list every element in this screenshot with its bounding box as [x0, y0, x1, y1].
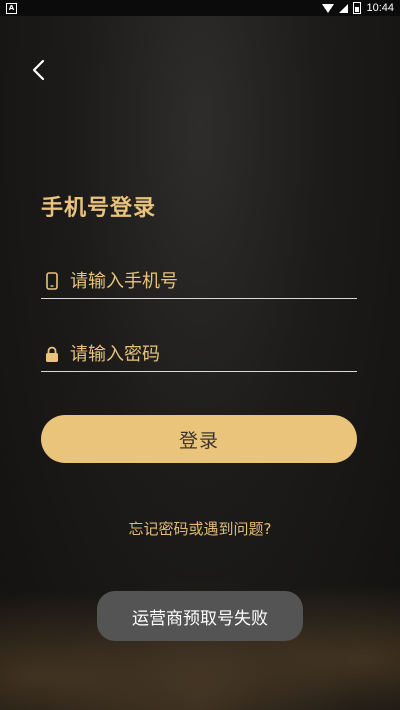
phone-icon — [44, 271, 60, 291]
battery-icon — [353, 2, 362, 14]
back-button[interactable] — [28, 58, 52, 82]
app-notification-icon: A — [6, 2, 17, 14]
phone-input[interactable] — [70, 270, 340, 292]
wifi-icon — [322, 3, 335, 13]
chevron-left-icon — [32, 59, 45, 81]
phone-field[interactable] — [41, 264, 357, 299]
toast-message: 运营商预取号失败 — [97, 591, 303, 641]
password-field[interactable] — [41, 337, 357, 372]
signal-icon — [339, 3, 349, 13]
forgot-password-link[interactable]: 忘记密码或遇到问题? — [0, 518, 400, 539]
password-input[interactable] — [70, 343, 340, 365]
status-bar: A 10:44 — [0, 0, 400, 16]
status-time: 10:44 — [366, 2, 394, 14]
page-title: 手机号登录 — [41, 196, 157, 221]
login-button[interactable]: 登录 — [41, 415, 357, 463]
lock-icon — [44, 344, 60, 364]
